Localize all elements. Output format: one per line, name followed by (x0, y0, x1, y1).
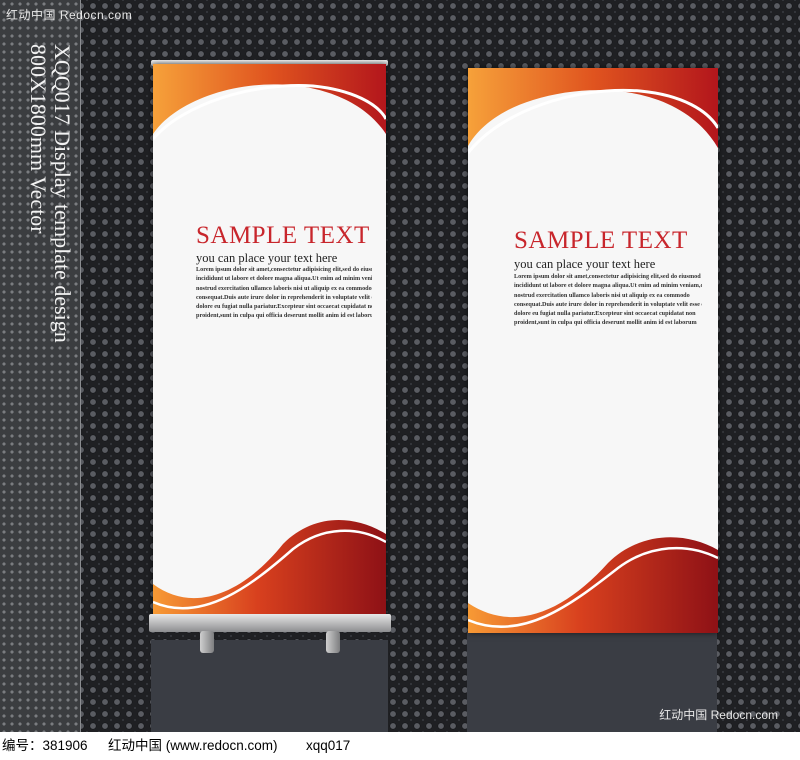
banner-1: SAMPLE TEXT you can place your text here… (153, 64, 386, 616)
banner-1-body-line: proident,sunt in culpa qui officia deser… (196, 312, 372, 320)
banner-2-title: SAMPLE TEXT (514, 227, 688, 254)
banner-1-wave-graphic (153, 64, 386, 616)
banner-2: SAMPLE TEXT you can place your text here… (468, 68, 718, 633)
banner-2-body-line: incididunt ut labore et dolore magna ali… (514, 282, 702, 290)
footer-bar: 编号：381906 红动中国 (www.redocn.com) xqq017 (0, 732, 800, 760)
banner-1-body-line: dolore eu fugiat nulla pariatur.Excepteu… (196, 303, 372, 311)
banner-2-body-line: proident,sunt in culpa qui officia deser… (514, 319, 697, 327)
floor-shadow-1 (151, 640, 388, 732)
watermark-bottom: 红动中国 Redocn.com (659, 708, 778, 722)
watermark-top: 红动中国 Redocn.com (6, 8, 133, 22)
vertical-title-line-2: 800X1800mm Vector (26, 44, 51, 234)
banner-1-body-line: consequat.Duis aute irure dolor in repre… (196, 293, 372, 301)
banner-1-body-line: Lorem ipsum dolor sit amet,consectetur a… (196, 266, 372, 273)
banner-1-title: SAMPLE TEXT (196, 222, 370, 249)
banner-2-body-line: nostrud exercitation ullamco laboris nis… (514, 291, 690, 299)
banner-2-wave-graphic (468, 68, 718, 633)
banner-1-body-line: nostrud exercitation ullamco laboris nis… (196, 284, 372, 292)
stand-foot-right (326, 631, 340, 653)
footer-id: 编号：381906 (2, 738, 88, 753)
banner-2-body-line: Lorem ipsum dolor sit amet,consectetur a… (514, 273, 702, 280)
vertical-design-title: XQQ017 Display template design 800X1800m… (26, 44, 75, 343)
banner-stand-base (149, 614, 391, 632)
stand-foot-left (200, 631, 214, 653)
banner-2-body-line: consequat.Duis aute irure dolor in repre… (514, 300, 702, 308)
banner-1-subtitle: you can place your text here (196, 251, 338, 265)
banner-2-subtitle: you can place your text here (514, 257, 656, 271)
footer-site-link[interactable]: 红动中国 (www.redocn.com) (108, 732, 278, 760)
banner-1-body-line: incididunt ut labore et dolore magna ali… (196, 275, 372, 283)
footer-author: xqq017 (306, 738, 351, 753)
vertical-title-line-1: XQQ017 Display template design (50, 44, 75, 343)
banner-2-body-line: dolore eu fugiat nulla pariatur.Excepteu… (514, 310, 696, 318)
banner-1-body-text: Lorem ipsum dolor sit amet,consectetur a… (153, 265, 386, 321)
banner-2-body-text: Lorem ipsum dolor sit amet,consectetur a… (468, 272, 718, 328)
